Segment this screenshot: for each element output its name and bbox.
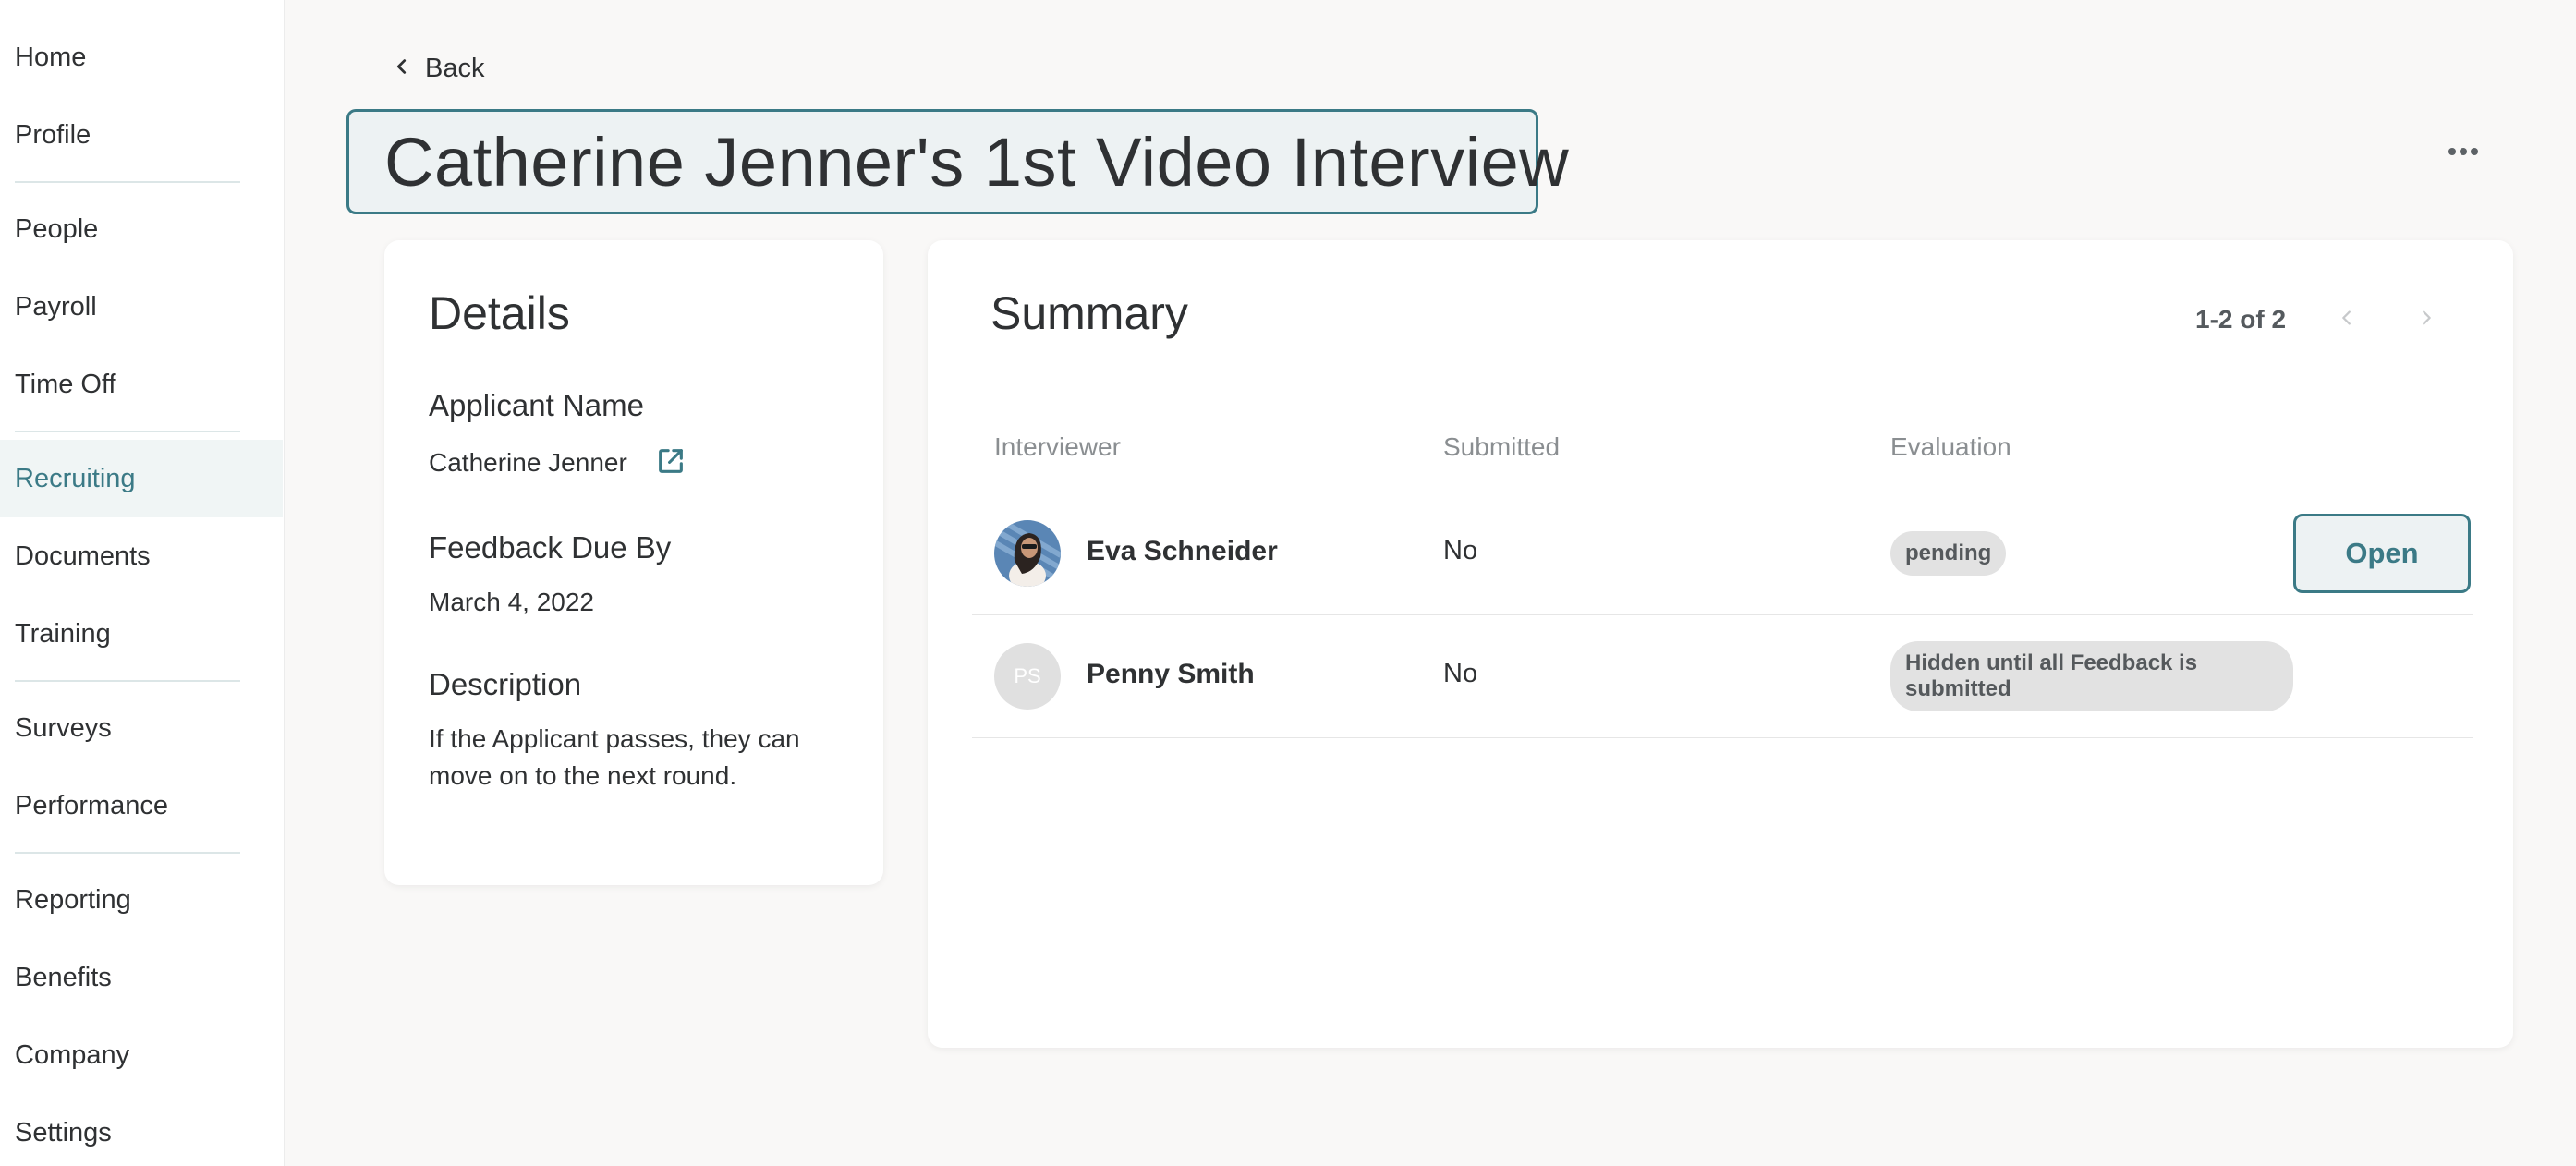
open-button[interactable]: Open: [2293, 514, 2471, 593]
back-link[interactable]: Back: [392, 54, 484, 84]
next-page-button[interactable]: [2408, 301, 2445, 338]
feedback-due-label: Feedback Due By: [429, 530, 672, 565]
feedback-due-value: March 4, 2022: [429, 588, 594, 616]
sidebar-item-recruiting[interactable]: Recruiting: [0, 440, 283, 517]
pagination-text: 1-2 of 2: [2195, 305, 2287, 334]
row-divider: [972, 737, 2473, 738]
details-card: Details Applicant Name Catherine Jenner …: [384, 240, 883, 885]
description-label: Description: [429, 667, 582, 701]
more-horizontal-icon: [2447, 145, 2480, 162]
sidebar-item-company[interactable]: Company: [0, 1016, 283, 1094]
more-options-button[interactable]: [2434, 139, 2493, 168]
submitted-value: No: [1443, 659, 1478, 688]
sidebar-item-profile[interactable]: Profile: [0, 96, 283, 174]
evaluation-badge: pending: [1890, 531, 2007, 576]
sidebar-item-time-off[interactable]: Time Off: [0, 346, 283, 423]
sidebar-item-documents[interactable]: Documents: [0, 517, 283, 595]
chevron-right-icon: [2416, 308, 2436, 333]
page-title: Catherine Jenner's 1st Video Interview: [384, 123, 1570, 200]
applicant-name-label: Applicant Name: [429, 388, 644, 422]
details-title: Details: [429, 287, 570, 339]
sidebar-item-performance[interactable]: Performance: [0, 767, 283, 844]
page-title-field[interactable]: Catherine Jenner's 1st Video Interview: [346, 109, 1569, 214]
sidebar-divider: [15, 852, 240, 854]
chevron-left-icon: [392, 54, 412, 84]
sidebar-divider: [15, 431, 240, 432]
summary-title: Summary: [990, 287, 1188, 339]
sidebar-divider: [15, 181, 240, 183]
column-header-submitted: Submitted: [1443, 432, 1561, 461]
sidebar: Home Profile People Payroll Time Off Rec…: [0, 0, 285, 1166]
sidebar-item-home[interactable]: Home: [0, 18, 283, 96]
sidebar-item-benefits[interactable]: Benefits: [0, 939, 283, 1016]
column-header-interviewer: Interviewer: [994, 432, 1121, 461]
avatar: PS: [994, 643, 1061, 710]
interviewer-name: Eva Schneider: [1087, 536, 1278, 566]
summary-card: Summary 1-2 of 2 Interviewer Submitted E…: [928, 240, 2513, 1048]
external-link-icon[interactable]: [655, 445, 687, 483]
applicant-name-row: Catherine Jenner: [429, 445, 687, 483]
evaluation-badge: Hidden until all Feedback is submitted: [1890, 641, 2293, 711]
description-value: If the Applicant passes, they can move o…: [429, 724, 800, 790]
column-header-evaluation: Evaluation: [1890, 432, 2011, 461]
previous-page-button[interactable]: [2328, 301, 2365, 338]
applicant-name-value: Catherine Jenner: [429, 447, 627, 477]
back-label: Back: [425, 54, 485, 83]
interviewer-name: Penny Smith: [1087, 659, 1255, 689]
avatar: [994, 520, 1061, 587]
sidebar-item-training[interactable]: Training: [0, 595, 283, 673]
sidebar-divider: [15, 680, 240, 682]
submitted-value: No: [1443, 536, 1478, 565]
sidebar-item-surveys[interactable]: Surveys: [0, 689, 283, 767]
chevron-left-icon: [2337, 308, 2357, 333]
sidebar-item-payroll[interactable]: Payroll: [0, 268, 283, 346]
sidebar-item-people[interactable]: People: [0, 190, 283, 268]
sidebar-item-reporting[interactable]: Reporting: [0, 861, 283, 939]
sidebar-item-settings[interactable]: Settings: [0, 1094, 283, 1166]
row-divider: [972, 614, 2473, 615]
